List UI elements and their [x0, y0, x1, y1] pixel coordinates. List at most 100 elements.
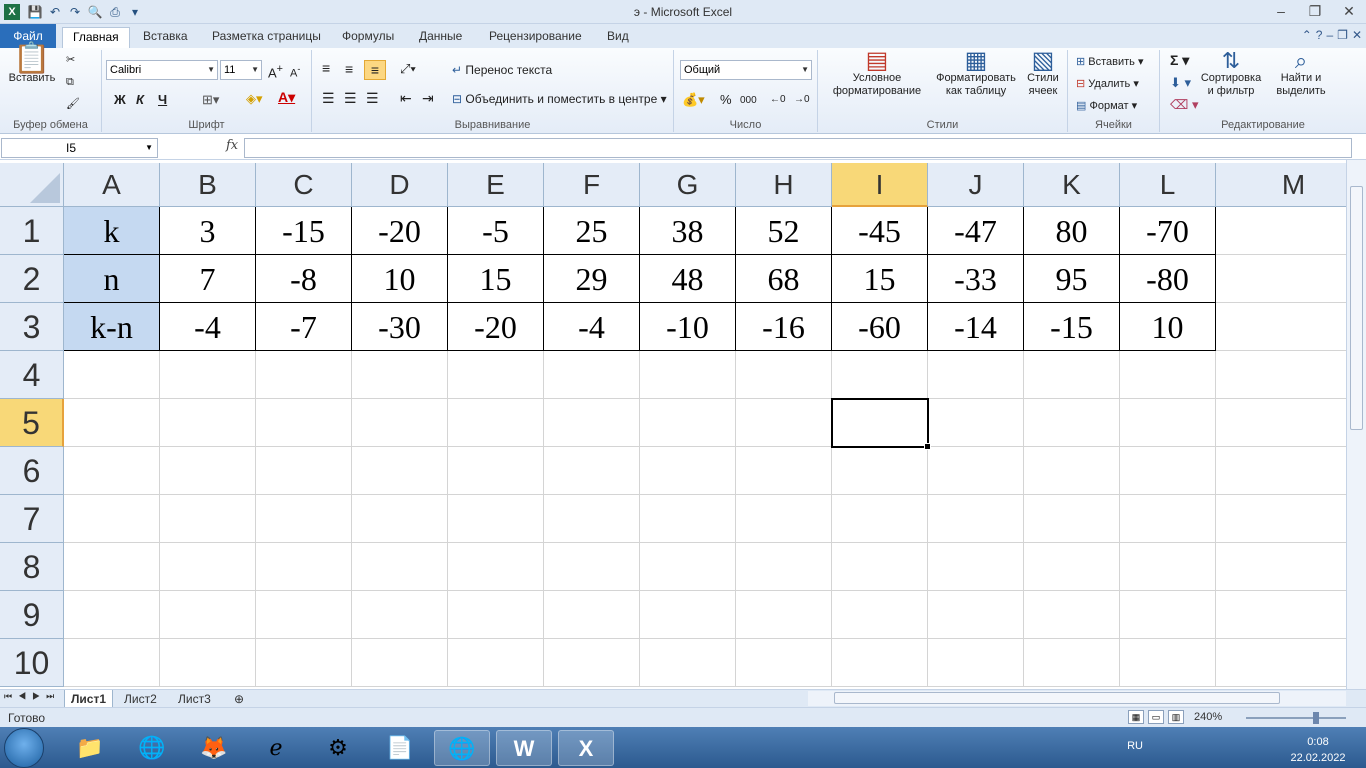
currency-format-icon[interactable]: 💰▾ — [682, 93, 705, 106]
cell-a9[interactable] — [64, 591, 160, 639]
paste-button[interactable]: 📋 Вставить — [6, 44, 58, 85]
cell-b6[interactable] — [160, 447, 256, 495]
format-cells-button[interactable]: ▤ Формат ▾ — [1076, 100, 1137, 113]
borders-icon[interactable]: ⊞▾ — [202, 93, 219, 106]
tab-data[interactable]: Данные — [409, 27, 472, 48]
close-button[interactable]: ✕ — [1332, 0, 1366, 22]
cell-e4[interactable] — [448, 351, 544, 399]
cell-a2[interactable]: n — [64, 255, 160, 303]
cell-a3[interactable]: k-n — [64, 303, 160, 351]
select-all-button[interactable] — [0, 163, 64, 207]
cell-m1[interactable] — [1216, 207, 1346, 255]
normal-view-icon[interactable]: ▦ — [1128, 710, 1144, 724]
cell-a6[interactable] — [64, 447, 160, 495]
minimize-button[interactable]: – — [1264, 0, 1298, 22]
cell-d7[interactable] — [352, 495, 448, 543]
firefox-icon[interactable]: 🦊 — [186, 730, 242, 766]
zoom-slider-knob[interactable] — [1313, 712, 1319, 724]
cell-e1[interactable]: -5 — [448, 207, 544, 255]
cell-a7[interactable] — [64, 495, 160, 543]
cell-k2[interactable]: 95 — [1024, 255, 1120, 303]
cell-b5[interactable] — [160, 399, 256, 447]
cell-g3[interactable]: -10 — [640, 303, 736, 351]
chrome-icon[interactable]: 🌐 — [124, 730, 180, 766]
zoom-slider[interactable] — [1246, 717, 1346, 719]
insert-function-icon[interactable]: fx — [226, 138, 238, 153]
cell-d6[interactable] — [352, 447, 448, 495]
cell-m6[interactable] — [1216, 447, 1346, 495]
cell-f8[interactable] — [544, 543, 640, 591]
cell-l9[interactable] — [1120, 591, 1216, 639]
cell-j2[interactable]: -33 — [928, 255, 1024, 303]
tab-insert[interactable]: Вставка — [133, 27, 198, 48]
cell-i8[interactable] — [832, 543, 928, 591]
cell-l1[interactable]: -70 — [1120, 207, 1216, 255]
grow-font-icon[interactable]: A+ — [268, 63, 283, 79]
cell-j3[interactable]: -14 — [928, 303, 1024, 351]
cell-d2[interactable]: 10 — [352, 255, 448, 303]
format-painter-icon[interactable]: 🖌 — [66, 98, 80, 111]
cell-e2[interactable]: 15 — [448, 255, 544, 303]
cell-d9[interactable] — [352, 591, 448, 639]
cell-j7[interactable] — [928, 495, 1024, 543]
clock[interactable]: 0:08 22.02.2022 — [1278, 734, 1358, 766]
cell-d8[interactable] — [352, 543, 448, 591]
cell-c7[interactable] — [256, 495, 352, 543]
column-header-c[interactable]: C — [256, 163, 352, 207]
cell-g6[interactable] — [640, 447, 736, 495]
cell-k1[interactable]: 80 — [1024, 207, 1120, 255]
cell-e5[interactable] — [448, 399, 544, 447]
vertical-scroll-thumb[interactable] — [1350, 186, 1363, 430]
merge-center-button[interactable]: ⊟ Объединить и поместить в центре ▾ — [452, 93, 667, 106]
wrap-text-button[interactable]: ↵ Перенос текста — [452, 64, 552, 77]
cell-j6[interactable] — [928, 447, 1024, 495]
cell-l6[interactable] — [1120, 447, 1216, 495]
cell-e6[interactable] — [448, 447, 544, 495]
active-cell-i5[interactable] — [831, 398, 931, 450]
column-header-i[interactable]: I — [832, 163, 928, 207]
name-box[interactable]: I5 ▼ — [1, 138, 158, 158]
insert-cells-button[interactable]: ⊞ Вставить ▾ — [1076, 56, 1144, 69]
cell-i7[interactable] — [832, 495, 928, 543]
cell-h5[interactable] — [736, 399, 832, 447]
cell-i1[interactable]: -45 — [832, 207, 928, 255]
cell-d5[interactable] — [352, 399, 448, 447]
align-center-icon[interactable]: ☰ — [344, 91, 357, 105]
cell-styles-button[interactable]: ▧ Стили ячеек — [1020, 49, 1066, 98]
chrome-window-icon[interactable]: 🌐 — [434, 730, 490, 766]
tab-formulas[interactable]: Формулы — [332, 27, 404, 48]
cell-i3[interactable]: -60 — [832, 303, 928, 351]
autosum-icon[interactable]: Σ ▾ — [1170, 53, 1189, 67]
column-header-a[interactable]: A — [64, 163, 160, 207]
cell-a8[interactable] — [64, 543, 160, 591]
cell-a10[interactable] — [64, 639, 160, 687]
cell-d10[interactable] — [352, 639, 448, 687]
column-header-k[interactable]: K — [1024, 163, 1120, 207]
number-format-combo[interactable]: Общий ▼ — [680, 60, 812, 80]
cell-b10[interactable] — [160, 639, 256, 687]
cell-k6[interactable] — [1024, 447, 1120, 495]
cell-g4[interactable] — [640, 351, 736, 399]
font-name-combo[interactable]: Calibri ▼ — [106, 60, 218, 80]
cell-d4[interactable] — [352, 351, 448, 399]
cell-j8[interactable] — [928, 543, 1024, 591]
cell-f9[interactable] — [544, 591, 640, 639]
tab-home[interactable]: Главная — [62, 27, 130, 48]
cell-b1[interactable]: 3 — [160, 207, 256, 255]
start-button[interactable] — [4, 728, 44, 768]
cell-b4[interactable] — [160, 351, 256, 399]
page-layout-view-icon[interactable]: ▭ — [1148, 710, 1164, 724]
cell-c1[interactable]: -15 — [256, 207, 352, 255]
column-header-j[interactable]: J — [928, 163, 1024, 207]
close-workbook-icon[interactable]: ✕ — [1352, 28, 1362, 42]
increase-decimal-icon[interactable]: ←0 — [770, 93, 786, 106]
cell-k9[interactable] — [1024, 591, 1120, 639]
cell-j4[interactable] — [928, 351, 1024, 399]
cell-e7[interactable] — [448, 495, 544, 543]
maximize-button[interactable]: ❐ — [1298, 0, 1332, 22]
cell-i9[interactable] — [832, 591, 928, 639]
cell-i10[interactable] — [832, 639, 928, 687]
row-header-7[interactable]: 7 — [0, 495, 64, 543]
cell-c9[interactable] — [256, 591, 352, 639]
align-middle-icon[interactable]: ≡ — [345, 62, 353, 76]
